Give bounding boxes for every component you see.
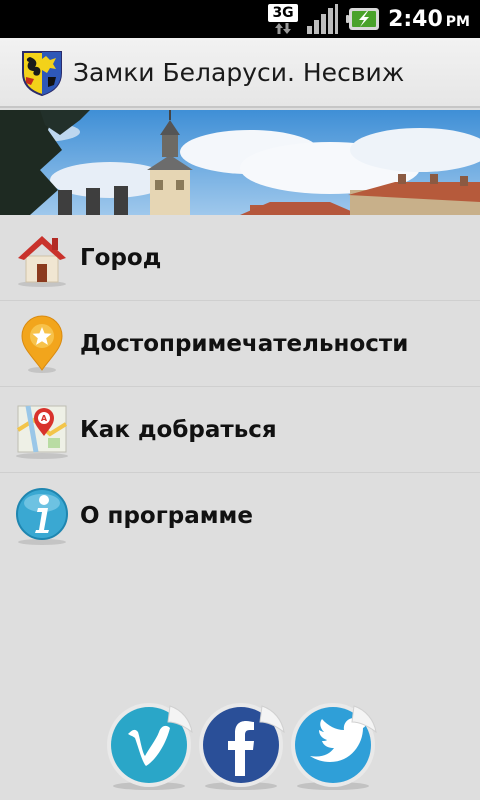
page-title: Замки Беларуси. Несвиж <box>73 58 405 87</box>
network-type-label: 3G <box>268 4 299 22</box>
menu-item-label: Достопримечательности <box>80 331 409 357</box>
main-menu: Город Достопримечательности A Как добрат… <box>0 215 480 559</box>
menu-item-sights[interactable]: Достопримечательности <box>0 301 480 387</box>
map-icon: A <box>16 405 68 459</box>
3g-data-icon: 3G <box>268 4 299 34</box>
coat-of-arms-icon <box>22 51 62 97</box>
menu-item-city[interactable]: Город <box>0 215 480 301</box>
clock: 2:40 PM <box>388 6 470 32</box>
twitter-icon[interactable] <box>288 700 378 790</box>
battery-charging-icon <box>346 8 380 30</box>
signal-icon <box>307 4 339 34</box>
menu-item-about[interactable]: О программе <box>0 473 480 559</box>
menu-item-directions[interactable]: A Как добраться <box>0 387 480 473</box>
svg-text:A: A <box>41 414 48 423</box>
social-links <box>104 700 380 792</box>
app-title-bar: Замки Беларуси. Несвиж <box>0 38 480 108</box>
home-icon <box>18 236 66 287</box>
facebook-icon[interactable] <box>196 700 286 790</box>
castle-banner-image <box>0 110 480 215</box>
status-icons: 3G 2:40 PM <box>268 0 470 38</box>
info-icon <box>16 488 68 545</box>
menu-item-label: О программе <box>80 503 253 529</box>
menu-item-label: Как добраться <box>80 417 277 443</box>
vimeo-icon[interactable] <box>104 700 194 790</box>
star-pin-icon <box>21 315 63 373</box>
status-bar: 3G 2:40 PM <box>0 0 480 38</box>
menu-item-label: Город <box>80 245 162 271</box>
